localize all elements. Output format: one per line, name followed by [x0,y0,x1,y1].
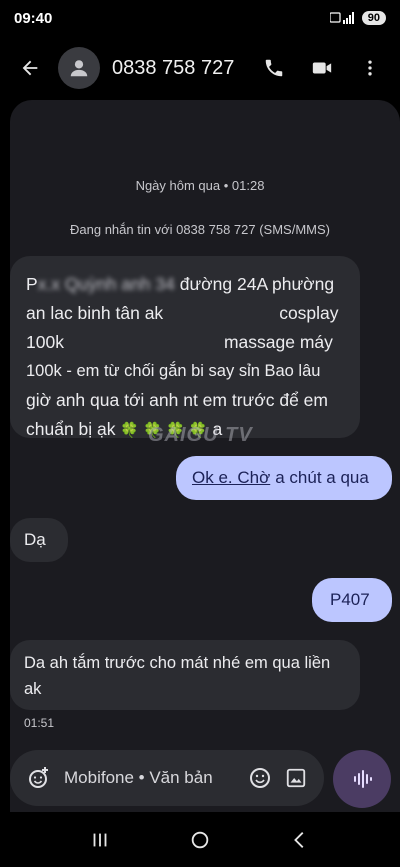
message-link[interactable]: Ok e. Chờ [192,468,270,488]
compose-bar [10,750,324,806]
status-icons: 90 [329,11,386,25]
outgoing-message[interactable]: P407 [312,578,392,622]
incoming-message[interactable]: Dạ [10,518,68,562]
message-line: 100k massage máy [26,332,333,352]
outgoing-message[interactable]: Ok e. Chờ a chút a qua [176,456,392,500]
waveform-icon [354,770,372,788]
contact-title[interactable]: 0838 758 727 [112,57,256,80]
message-text: P407 [330,590,370,609]
back-button[interactable] [12,50,48,86]
add-attachment-button[interactable] [20,760,56,796]
signal-icon [329,12,354,24]
message-text: Da ah tắm trước cho mát nhé em qua liền … [24,654,331,698]
home-button[interactable] [182,822,218,858]
voice-message-button[interactable] [333,750,391,808]
message-text: a chút a qua [275,468,369,487]
nav-back-button[interactable] [282,822,318,858]
chevron-left-icon [294,831,304,848]
incoming-message[interactable]: Px.x Quỳnh anh 34 đường 24A phường an la… [10,256,360,439]
status-time: 09:40 [14,9,53,27]
phone-icon [265,59,283,77]
avatar[interactable] [58,47,100,89]
watermark: GAIGU TV [148,424,253,446]
battery-icon: 90 [361,11,386,25]
more-vertical-icon [368,60,372,76]
redacted-text: x.x Quỳnh anh 34 [37,274,175,294]
message-line: giờ anh qua tới anh nt em trước để em [26,390,328,410]
emoji-icon [250,768,270,788]
image-icon [286,768,306,788]
add-emoji-icon [29,767,48,788]
recents-button[interactable] [82,822,118,858]
conversation-header: 0838 758 727 [0,40,400,96]
emoji-button[interactable] [242,760,278,796]
message-line: Px.x Quỳnh anh 34 đường 24A phường [26,274,335,294]
message-line: an lac binh tân ak cosplay [26,303,339,323]
video-camera-icon [312,62,332,74]
more-options-button[interactable] [352,50,388,86]
message-input[interactable] [62,767,242,789]
recents-icon [93,833,107,846]
message-timestamp: 01:51 [24,716,55,730]
video-call-button[interactable] [304,50,340,86]
status-bar: 09:40 90 [0,0,400,36]
back-arrow-icon [22,60,38,76]
home-icon [191,831,209,848]
date-label: Ngày hôm qua • 01:28 [135,178,265,193]
call-button[interactable] [256,50,292,86]
sms-info-label: Đang nhắn tin với 0838 758 727 (SMS/MMS) [70,222,330,237]
message-line: 100k - em từ chối gắn bi say sỉn Bao lâu [26,362,321,380]
gallery-button[interactable] [278,760,314,796]
person-icon [70,60,88,77]
system-nav-bar [0,812,400,867]
incoming-message[interactable]: Da ah tắm trước cho mát nhé em qua liền … [10,640,360,710]
message-text: Dạ [24,530,46,549]
